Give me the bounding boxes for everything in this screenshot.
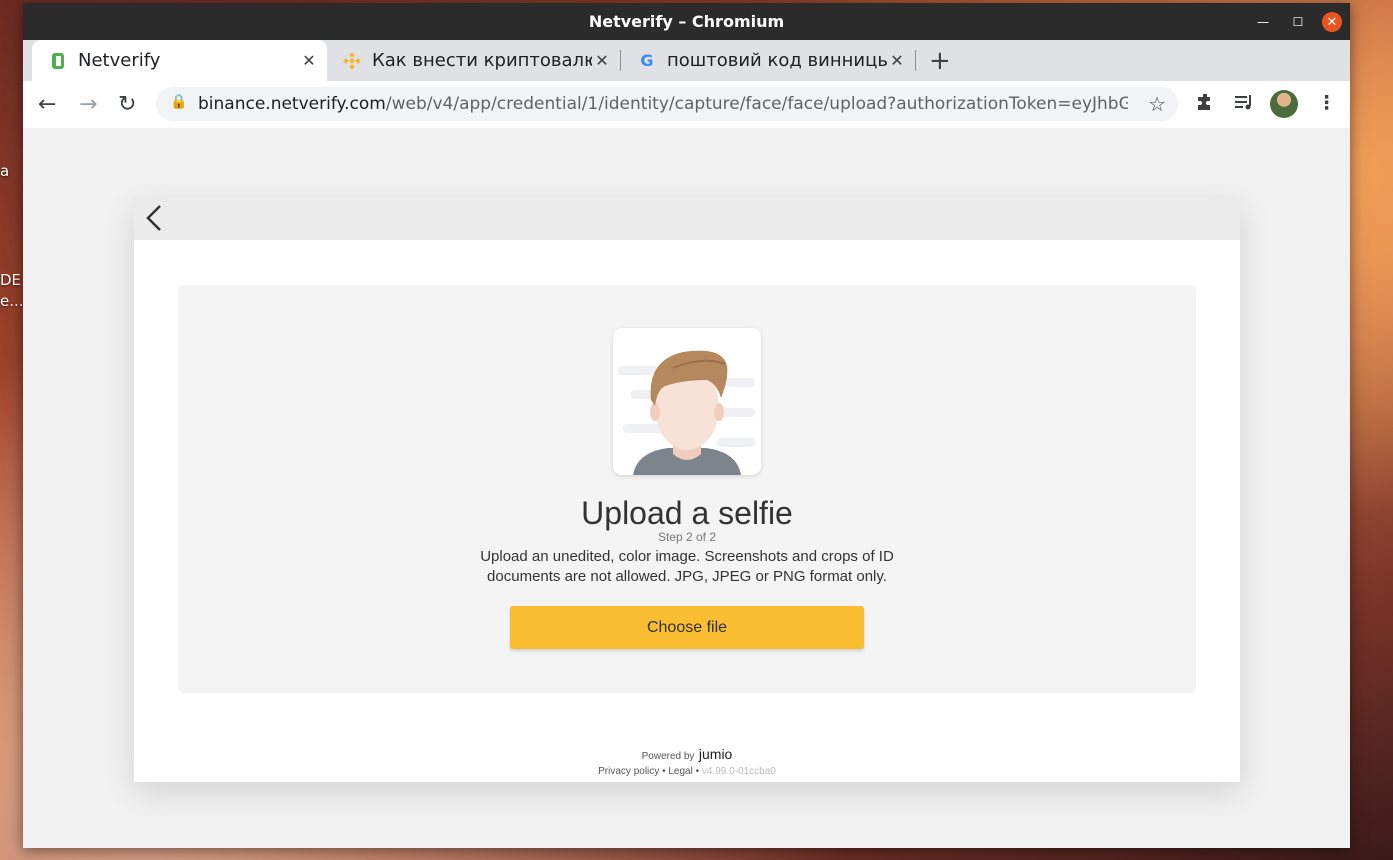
close-window-button[interactable]: ✕ <box>1322 12 1342 32</box>
back-chevron-icon[interactable] <box>144 202 164 242</box>
address-bar[interactable]: 🔒 binance.netverify.com/web/v4/app/crede… <box>156 87 1178 121</box>
version-text: v4.99.0-01ccba0 <box>701 766 776 777</box>
tab-google[interactable]: G поштовий код винницы ✕ <box>621 40 915 81</box>
privacy-policy-link[interactable]: Privacy policy <box>598 766 659 777</box>
choose-file-button[interactable]: Choose file <box>510 606 864 649</box>
verification-card: Upload a selfie Step 2 of 2 Upload an un… <box>134 198 1240 782</box>
title-bar: Netverify – Chromium — ☐ ✕ <box>23 3 1350 40</box>
browser-toolbar: ← → ↻ 🔒 binance.netverify.com/web/v4/app… <box>23 81 1350 129</box>
footer-bullet: • <box>662 766 666 777</box>
page-content: Upload a selfie Step 2 of 2 Upload an un… <box>23 128 1350 848</box>
forward-arrow-icon[interactable]: → <box>79 92 97 117</box>
browser-window: Netverify – Chromium — ☐ ✕ Netverify ✕ К… <box>23 3 1350 848</box>
bookmark-star-icon[interactable]: ☆ <box>1148 92 1166 116</box>
footer: Powered by jumio Privacy policy • Legal … <box>134 746 1240 777</box>
menu-icon[interactable]: ⋮ <box>1317 92 1336 114</box>
tab-separator <box>915 50 916 71</box>
tab-binance[interactable]: Как внести криптовалю ✕ <box>326 40 620 81</box>
url-host: binance.netverify.com <box>198 94 386 114</box>
selfie-illustration <box>613 328 761 475</box>
tab-label: Как внести криптовалю <box>372 50 592 71</box>
extensions-icon[interactable] <box>1195 92 1215 117</box>
close-tab-icon[interactable]: ✕ <box>887 51 907 70</box>
media-queue-icon[interactable] <box>1234 92 1254 117</box>
tab-netverify[interactable]: Netverify ✕ <box>32 40 327 81</box>
card-header <box>134 198 1240 240</box>
close-tab-icon[interactable]: ✕ <box>299 51 319 70</box>
page-title: Upload a selfie <box>581 495 793 531</box>
minimize-button[interactable]: — <box>1253 12 1273 32</box>
tab-label: поштовий код винницы <box>667 50 887 71</box>
google-icon: G <box>640 51 654 70</box>
back-arrow-icon[interactable]: ← <box>38 92 56 117</box>
footer-links: Privacy policy • Legal • v4.99.0-01ccba0 <box>134 766 1240 777</box>
profile-avatar[interactable] <box>1270 90 1298 118</box>
maximize-button[interactable]: ☐ <box>1288 12 1308 32</box>
upload-instructions: Upload an unedited, color image. Screens… <box>480 548 894 585</box>
powered-by: Powered by jumio <box>134 746 1240 764</box>
footer-bullet: • <box>695 766 700 777</box>
url-text[interactable]: binance.netverify.com/web/v4/app/credent… <box>198 94 1128 114</box>
tab-strip: Netverify ✕ Как внести криптовалю ✕ G по… <box>23 40 1350 81</box>
upload-panel: Upload a selfie Step 2 of 2 Upload an un… <box>178 285 1196 693</box>
window-title: Netverify – Chromium <box>588 12 785 31</box>
jumio-logo: jumio <box>698 746 733 762</box>
desktop-text-2: DE <box>0 271 22 289</box>
tab-label: Netverify <box>78 50 161 71</box>
reload-icon[interactable]: ↻ <box>118 92 136 117</box>
netverify-icon <box>48 51 68 71</box>
legal-link[interactable]: Legal <box>668 766 692 777</box>
step-indicator: Step 2 of 2 <box>657 530 717 544</box>
lock-icon: 🔒 <box>170 94 188 110</box>
desktop-text-1: a <box>0 162 10 180</box>
binance-icon <box>342 51 362 71</box>
close-tab-icon[interactable]: ✕ <box>592 51 612 70</box>
powered-by-text: Powered by <box>641 751 695 762</box>
url-path: /web/v4/app/credential/1/identity/captur… <box>385 94 1128 114</box>
new-tab-icon[interactable]: + <box>929 46 951 76</box>
desktop-text-3: e... <box>0 292 24 310</box>
